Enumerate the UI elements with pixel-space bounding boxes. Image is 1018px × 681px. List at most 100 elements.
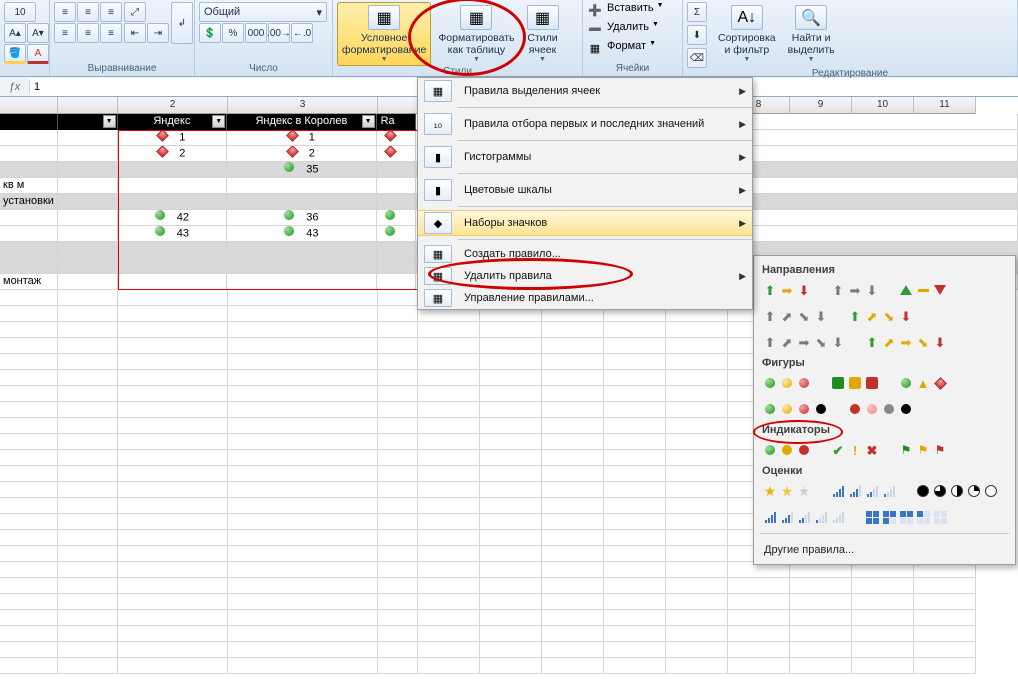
- menu-clear-rules[interactable]: ▦Удалить правила▶: [418, 265, 752, 287]
- cell[interactable]: [228, 562, 378, 578]
- cell[interactable]: [0, 306, 58, 322]
- cell[interactable]: [378, 306, 418, 322]
- insert-button[interactable]: ➕Вставить▼: [587, 2, 664, 18]
- cell[interactable]: [914, 610, 976, 626]
- cell[interactable]: [118, 530, 228, 546]
- icon-set-3trafficlights-unrimmed[interactable]: [760, 372, 814, 394]
- increase-indent-button[interactable]: ⇥: [147, 23, 169, 43]
- cell[interactable]: [542, 450, 604, 466]
- align-bottom-button[interactable]: ≡: [100, 2, 122, 22]
- cell[interactable]: [604, 434, 666, 450]
- comma-format-button[interactable]: 000: [245, 23, 267, 43]
- cell[interactable]: [604, 610, 666, 626]
- cell[interactable]: [852, 610, 914, 626]
- cell[interactable]: [914, 578, 976, 594]
- cell[interactable]: [58, 162, 118, 178]
- cell[interactable]: [666, 594, 728, 610]
- cell[interactable]: [58, 498, 118, 514]
- cell[interactable]: [418, 658, 480, 674]
- icon-set-3arrows-colored[interactable]: ⬆➡⬇: [760, 279, 814, 301]
- cell[interactable]: [0, 578, 58, 594]
- cell[interactable]: [666, 354, 728, 370]
- cell[interactable]: [378, 466, 418, 482]
- cell[interactable]: [228, 610, 378, 626]
- cell[interactable]: [914, 658, 976, 674]
- cell[interactable]: [0, 482, 58, 498]
- menu-color-scales[interactable]: ▮Цветовые шкалы▶: [418, 177, 752, 203]
- format-as-table-button[interactable]: ▦ Форматировать как таблицу ▼: [433, 2, 519, 66]
- orientation-button[interactable]: ⤢: [124, 2, 146, 22]
- cell[interactable]: [480, 594, 542, 610]
- cell[interactable]: [0, 322, 58, 338]
- cell[interactable]: [666, 402, 728, 418]
- cell[interactable]: [228, 418, 378, 434]
- cell[interactable]: [228, 642, 378, 658]
- cell[interactable]: [542, 322, 604, 338]
- cell[interactable]: [378, 498, 418, 514]
- cell[interactable]: [58, 418, 118, 434]
- cell[interactable]: [58, 306, 118, 322]
- icon-set-3triangles[interactable]: [896, 279, 950, 301]
- cell[interactable]: [480, 370, 542, 386]
- cell[interactable]: [0, 338, 58, 354]
- cell[interactable]: [377, 162, 417, 178]
- cell[interactable]: [58, 354, 118, 370]
- cell[interactable]: [790, 610, 852, 626]
- cell[interactable]: [604, 322, 666, 338]
- row-label-cell[interactable]: [0, 146, 58, 162]
- cell[interactable]: [228, 514, 378, 530]
- cell[interactable]: [118, 658, 228, 674]
- cell[interactable]: [542, 626, 604, 642]
- cell[interactable]: [666, 658, 728, 674]
- filter-icon[interactable]: ▼: [212, 115, 225, 128]
- cell[interactable]: [604, 370, 666, 386]
- decrease-decimal-button[interactable]: ←.0: [291, 23, 313, 43]
- cell[interactable]: [58, 610, 118, 626]
- cell[interactable]: [480, 610, 542, 626]
- cell[interactable]: [728, 642, 790, 658]
- cell[interactable]: [418, 370, 480, 386]
- cell[interactable]: [378, 370, 418, 386]
- cell[interactable]: [118, 402, 228, 418]
- cell-styles-button[interactable]: ▦ Стили ячеек ▼: [522, 2, 564, 66]
- icon-set-3trafficlights-rimmed[interactable]: [828, 372, 882, 394]
- align-right-button[interactable]: ≡: [100, 23, 122, 43]
- autosum-button[interactable]: Σ: [687, 2, 707, 22]
- cell[interactable]: [542, 498, 604, 514]
- cell[interactable]: [228, 434, 378, 450]
- row-label-cell[interactable]: [0, 210, 58, 226]
- filter-icon[interactable]: ▼: [362, 115, 375, 128]
- cell[interactable]: [542, 418, 604, 434]
- cell[interactable]: [542, 338, 604, 354]
- percent-format-button[interactable]: %: [222, 23, 244, 43]
- cell[interactable]: [0, 386, 58, 402]
- cell[interactable]: [418, 338, 480, 354]
- cell[interactable]: [228, 466, 378, 482]
- cell[interactable]: [227, 194, 376, 210]
- cell[interactable]: [480, 450, 542, 466]
- cell[interactable]: [852, 658, 914, 674]
- clear-button[interactable]: ⌫: [687, 48, 707, 68]
- cell[interactable]: [418, 530, 480, 546]
- cell[interactable]: [418, 418, 480, 434]
- cell[interactable]: [58, 338, 118, 354]
- cell[interactable]: [58, 370, 118, 386]
- cell[interactable]: [728, 626, 790, 642]
- align-left-button[interactable]: ≡: [54, 23, 76, 43]
- cell[interactable]: [666, 370, 728, 386]
- cell[interactable]: [118, 626, 228, 642]
- cell[interactable]: [118, 514, 228, 530]
- cell[interactable]: [378, 658, 418, 674]
- icon-set-3signs[interactable]: ▲: [896, 372, 950, 394]
- cell[interactable]: [480, 418, 542, 434]
- cell[interactable]: [480, 322, 542, 338]
- row-label-cell[interactable]: кв м: [0, 178, 58, 194]
- cell[interactable]: [118, 322, 228, 338]
- fill-button[interactable]: ⬇: [687, 25, 707, 45]
- cell[interactable]: [228, 530, 378, 546]
- cell[interactable]: [377, 194, 417, 210]
- cell[interactable]: [227, 242, 376, 258]
- cell[interactable]: [378, 338, 418, 354]
- cell[interactable]: [418, 386, 480, 402]
- cell[interactable]: [228, 386, 378, 402]
